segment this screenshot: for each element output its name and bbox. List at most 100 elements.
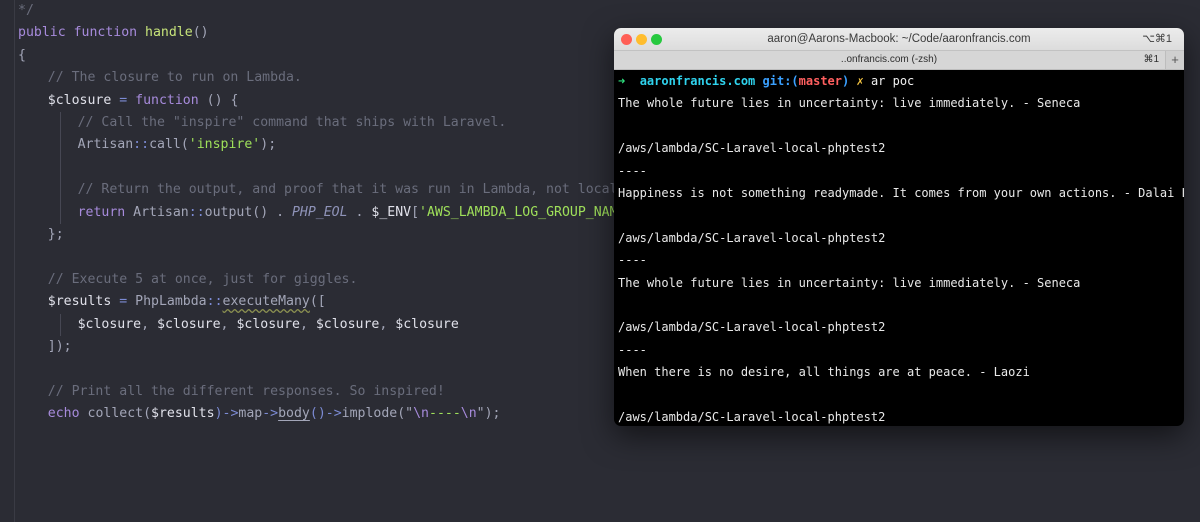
code-token: , xyxy=(379,316,396,332)
code-line: // Print all the different responses. So… xyxy=(48,381,445,403)
tab-zsh[interactable]: ..onfrancis.com (-zsh) xyxy=(614,51,1164,69)
code-token: executeMany xyxy=(222,294,310,310)
code-token: $closure xyxy=(395,316,459,332)
prompt-directory: aaronfrancis.com xyxy=(639,74,756,88)
code-token: )-> xyxy=(214,406,239,422)
terminal-output-line: The whole future lies in uncertainty: li… xyxy=(618,96,1081,111)
terminal-output-line: The whole future lies in uncertainty: li… xyxy=(618,275,1081,290)
code-token: $closure xyxy=(77,316,142,332)
code-token: "); xyxy=(476,406,501,422)
code-line: $results = PhpLambda::executeMany([ xyxy=(48,291,326,313)
code-token: $closure xyxy=(157,316,221,332)
code-line: ]); xyxy=(48,336,72,358)
code-line: $closure, $closure, $closure, $closure, … xyxy=(78,314,459,336)
code-token: // Execute 5 at once, just for giggles. xyxy=(47,271,358,287)
prompt-git-label: git:( xyxy=(762,74,799,88)
terminal-tab-bar: ..onfrancis.com (-zsh) ⌘1 + xyxy=(614,51,1184,70)
code-token: ); xyxy=(260,137,277,153)
window-title: aaron@Aarons-Macbook: ~/Code/aaronfranci… xyxy=(767,33,1031,45)
terminal-output-line: ---- xyxy=(618,253,647,268)
code-token: ]); xyxy=(47,339,72,354)
code-token: // The closure to run on Lambda. xyxy=(47,70,302,86)
code-line: }; xyxy=(48,224,64,246)
code-token: collect xyxy=(87,406,144,422)
code-token: () . xyxy=(252,204,292,220)
code-token: () { xyxy=(206,92,239,108)
code-token: 'inspire' xyxy=(188,137,261,153)
terminal-output[interactable]: ➜ aaronfrancis.com git:(master) ✗ ar poc… xyxy=(618,70,1184,426)
code-token: public xyxy=(18,25,74,41)
code-token: , xyxy=(299,316,316,332)
code-line: echo collect($results)->map->body()->imp… xyxy=(48,403,501,425)
code-token: }; xyxy=(47,227,64,242)
code-token: :: xyxy=(133,137,150,153)
indent-guide xyxy=(59,313,61,336)
code-token: call xyxy=(149,137,181,153)
code-token: Artisan xyxy=(133,204,189,220)
prompt-command: ar poc xyxy=(870,74,915,88)
terminal-output-line: /aws/lambda/SC-Laravel-local-phptest2 xyxy=(618,141,886,156)
code-token: handle xyxy=(145,25,193,41)
code-token: $results xyxy=(151,406,215,422)
code-token: ( xyxy=(143,406,152,422)
code-token: $results xyxy=(47,294,112,310)
code-token: // Return the output, and proof that it … xyxy=(77,182,642,198)
prompt-line: ➜ aaronfrancis.com git:(master) ✗ ar poc xyxy=(618,70,1180,92)
terminal-titlebar[interactable]: aaron@Aarons-Macbook: ~/Code/aaronfranci… xyxy=(614,28,1184,51)
code-token: :: xyxy=(188,204,205,220)
code-token: , xyxy=(141,316,158,332)
code-token: $_ENV xyxy=(371,204,412,220)
code-token: */ xyxy=(18,3,34,18)
terminal-window[interactable]: aaron@Aarons-Macbook: ~/Code/aaronfranci… xyxy=(614,28,1184,426)
code-token: output xyxy=(204,204,253,220)
code-line: // Return the output, and proof that it … xyxy=(78,179,642,201)
terminal-output-line: /aws/lambda/SC-Laravel-local-phptest2 xyxy=(618,320,886,335)
code-token: $closure xyxy=(47,92,112,108)
terminal-output-lines: The whole future lies in uncertainty: li… xyxy=(618,92,1184,426)
code-line: { xyxy=(18,45,26,67)
tab-shortcut-label: ⌘1 xyxy=(1143,54,1159,65)
indent-guide xyxy=(59,112,61,224)
terminal-output-line: When there is no desire, all things are … xyxy=(618,365,1030,380)
code-token: $closure xyxy=(236,316,300,332)
code-line: Artisan::call('inspire'); xyxy=(78,134,277,156)
code-token: // Print all the different responses. So… xyxy=(47,383,445,399)
code-token: ([ xyxy=(309,294,326,310)
code-line: // Execute 5 at once, just for giggles. xyxy=(48,269,358,291)
code-token: Artisan xyxy=(77,137,134,153)
code-token: \n xyxy=(460,406,477,422)
code-token: () xyxy=(192,25,209,41)
code-token: function xyxy=(135,92,207,108)
code-line: public function handle() xyxy=(18,22,209,44)
code-token: body xyxy=(278,406,310,422)
code-token: = xyxy=(111,92,136,108)
editor-gutter-divider xyxy=(14,0,15,522)
window-shortcut-label: ⌥⌘1 xyxy=(1142,33,1172,45)
code-token: implode xyxy=(341,406,398,422)
code-token: \n xyxy=(413,406,429,422)
code-token: function xyxy=(73,25,146,41)
terminal-output-line: /aws/lambda/SC-Laravel-local-phptest2 xyxy=(618,230,886,245)
code-token: $closure xyxy=(315,316,380,332)
code-token: PhpLambda xyxy=(135,294,207,310)
new-tab-button[interactable]: + xyxy=(1165,51,1184,69)
code-token: -> xyxy=(262,406,279,422)
code-token: echo xyxy=(47,406,88,422)
prompt-arrow-icon: ➜ xyxy=(618,74,626,88)
terminal-output-line: Happiness is not something readymade. It… xyxy=(618,185,1184,200)
code-token: [ xyxy=(411,204,420,220)
code-line: $closure = function () { xyxy=(48,90,239,112)
code-token: return xyxy=(77,204,134,220)
prompt-git-close: ) xyxy=(842,74,850,88)
code-token: (" xyxy=(397,406,414,422)
code-token: map xyxy=(238,406,263,422)
code-token: 'AWS_LAMBDA_LOG_GROUP_NAME' xyxy=(419,204,634,220)
code-token: , xyxy=(220,316,237,332)
code-line: return Artisan::output() . PHP_EOL . $_E… xyxy=(78,202,650,224)
code-token: ---- xyxy=(429,406,461,422)
terminal-output-line: ---- xyxy=(618,163,647,178)
